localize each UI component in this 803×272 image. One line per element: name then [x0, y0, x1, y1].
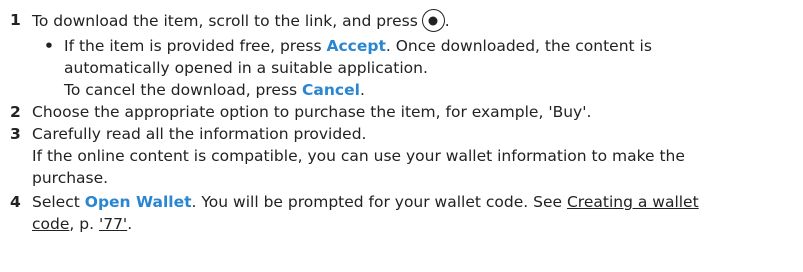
step-3-text-2: If the online content is compatible, you…	[32, 147, 685, 165]
bullet-text-2: automatically opened in a suitable appli…	[64, 59, 428, 77]
step-4-end: .	[127, 215, 133, 233]
cancel-keyword: Cancel	[302, 81, 360, 99]
step-4-text-2: code, p. '77'.	[32, 213, 132, 235]
step-1-text-main: To download the item, scroll to the link…	[32, 12, 418, 30]
step-4-pre: Select	[32, 193, 80, 211]
step-4-text-1: Select Open Wallet. You will be prompted…	[32, 191, 699, 213]
step-1-number: 1	[10, 11, 21, 29]
step-2-number: 2	[10, 103, 21, 121]
cancel-pre: To cancel the download, press	[64, 81, 298, 99]
bullet-pre: If the item is provided free, press	[64, 37, 322, 55]
step-1-period: .	[444, 12, 450, 30]
step-3-text-1: Carefully read all the information provi…	[32, 125, 367, 143]
bullet-text-3: To cancel the download, press Cancel.	[64, 79, 365, 101]
creating-wallet-code-link-cont[interactable]: code	[32, 215, 69, 233]
bullet-icon: •	[44, 37, 54, 55]
step-3-text-3: purchase.	[32, 169, 109, 187]
bullet-after-accept: . Once downloaded, the content is	[385, 37, 652, 55]
accept-keyword: Accept	[326, 37, 386, 55]
cancel-end: .	[359, 81, 365, 99]
step-4-mid: . You will be prompted for your wallet c…	[191, 193, 563, 211]
joystick-select-icon	[421, 9, 445, 32]
step-4-number: 4	[10, 193, 21, 211]
bullet-text-1: If the item is provided free, press Acce…	[64, 35, 652, 57]
instruction-document: 1 To download the item, scroll to the li…	[0, 0, 803, 272]
page-ref-link[interactable]: '77'	[99, 215, 127, 233]
step-1-text: To download the item, scroll to the link…	[32, 9, 450, 32]
step-4-post: , p.	[69, 215, 95, 233]
step-3-number: 3	[10, 125, 21, 143]
step-2-text: Choose the appropriate option to purchas…	[32, 103, 592, 121]
creating-wallet-code-link[interactable]: Creating a wallet	[567, 193, 699, 211]
open-wallet-keyword: Open Wallet	[84, 193, 192, 211]
